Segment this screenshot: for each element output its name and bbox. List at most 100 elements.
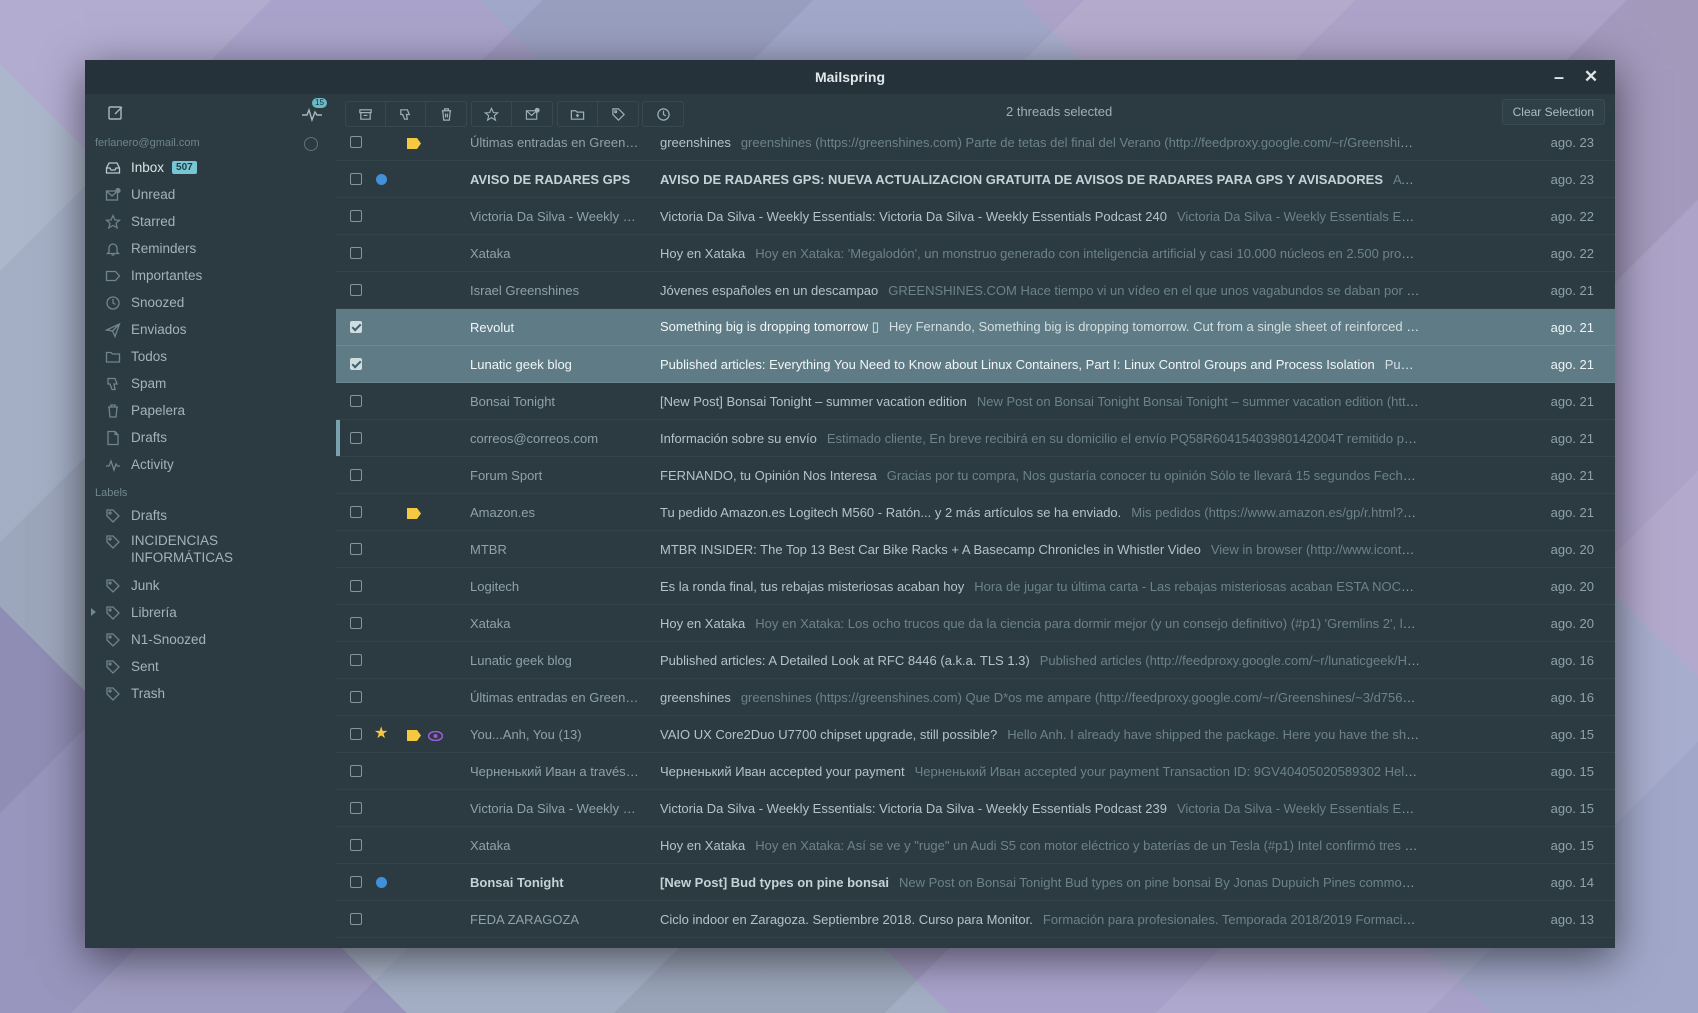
activity-icon [105,457,121,473]
label-item[interactable]: Librería [85,599,336,626]
select-checkbox[interactable] [350,210,362,222]
sidebar-item-reminders[interactable]: Reminders [85,235,336,262]
select-checkbox[interactable] [350,136,362,148]
compose-icon[interactable] [107,104,125,122]
select-checkbox[interactable] [350,506,362,518]
select-checkbox[interactable] [350,321,362,333]
snooze-icon[interactable] [643,102,683,126]
thread-row[interactable]: Últimas entradas en Greens... greenshines… [336,124,1615,161]
account-email[interactable]: ferlanero@gmail.com [85,132,336,154]
select-checkbox[interactable] [350,876,362,888]
trash-icon[interactable] [426,102,466,126]
thread-row[interactable]: Lunatic geek blog Published articles: A D… [336,642,1615,679]
label-item[interactable]: Trash [85,680,336,707]
thread-subject: MTBR INSIDER: The Top 13 Best Car Bike R… [660,541,1201,557]
select-checkbox[interactable] [350,580,362,592]
sidebar-item-label: Snoozed [131,295,185,310]
select-checkbox[interactable] [350,543,362,555]
select-checkbox[interactable] [350,839,362,851]
mark-unread-icon[interactable] [512,102,552,126]
star-icon [104,213,122,230]
thread-row[interactable]: Forum Sport FERNANDO, tu Opinión Nos Inte… [336,457,1615,494]
unread-dot-icon[interactable] [376,173,387,185]
thread-row[interactable]: correos@correos.com Información sobre su … [336,420,1615,457]
thread-row[interactable]: Lunatic geek blog Published articles: Eve… [336,346,1615,383]
sidebar-item-importantes[interactable]: Importantes [85,262,336,289]
thread-row[interactable]: Israel Greenshines Jóvenes españoles en u… [336,272,1615,309]
thread-row[interactable]: Últimas entradas en Greens... greenshines… [336,679,1615,716]
thread-row[interactable]: ★ You...Anh, You (13) VAIO UX Core2Duo U77… [336,716,1615,753]
tag-icon[interactable] [598,102,638,126]
sidebar-item-snoozed[interactable]: Snoozed [85,289,336,316]
thread-row[interactable]: Victoria Da Silva - Weekly Es... Victoria… [336,198,1615,235]
thread-row[interactable]: Xataka Hoy en Xataka Hoy en Xataka: 'Megal… [336,235,1615,272]
thread-sender: Lunatic geek blog [470,356,572,372]
select-checkbox[interactable] [350,173,362,185]
select-checkbox[interactable] [350,395,362,407]
select-checkbox[interactable] [350,765,362,777]
thread-list: Últimas entradas en Greens... greenshines… [336,124,1615,948]
thread-row[interactable]: AVISO DE RADARES GPS AVISO DE RADARES GPS… [336,161,1615,198]
sidebar-item-label: Papelera [131,403,186,418]
select-checkbox[interactable] [350,802,362,814]
sidebar-item-inbox[interactable]: Inbox 507 [85,154,336,181]
thread-snippet: Victoria Da Silva - Weekly Essentials Ev… [1176,208,1420,224]
select-checkbox[interactable] [350,469,362,481]
thread-snippet: Estimado cliente, En breve recibirá en s… [826,430,1420,446]
select-checkbox[interactable] [350,691,362,703]
select-checkbox[interactable] [350,284,362,296]
sidebar-item-label: Todos [131,349,168,364]
thread-date: ago. 21 [1550,430,1594,446]
select-checkbox[interactable] [350,358,362,370]
select-checkbox[interactable] [350,432,362,444]
thread-row[interactable]: Revolut Something big is dropping tomorro… [336,309,1615,346]
important-tag-icon[interactable] [407,729,421,741]
label-item[interactable]: N1-Snoozed [85,626,336,653]
clear-selection-button[interactable]: Clear Selection [1501,99,1605,125]
label-item[interactable]: Junk [85,572,336,599]
minimize-button[interactable]: – [1543,60,1575,94]
tag-icon [105,578,121,594]
thread-row[interactable]: FEDA ZARAGOZA Ciclo indoor en Zaragoza. S… [336,901,1615,938]
sidebar-item-enviados[interactable]: Enviados [85,316,336,343]
thread-row[interactable]: Bonsai Tonight [New Post] Bonsai Tonight … [336,383,1615,420]
sidebar-item-todos[interactable]: Todos [85,343,336,370]
starred-icon[interactable]: ★ [374,726,388,742]
label-item[interactable]: INCIDENCIAS INFORMÁTICAS [85,529,336,572]
thread-row[interactable]: MTBR MTBR INSIDER: The Top 13 Best Car Bi… [336,531,1615,568]
thread-row[interactable]: Amazon.es Tu pedido Amazon.es Logitech M5… [336,494,1615,531]
thread-row[interactable]: Черненький Иван a través d... Черненький … [336,753,1615,790]
thread-row[interactable]: Xataka Hoy en Xataka Hoy en Xataka: Así se… [336,827,1615,864]
star-icon[interactable] [472,102,512,126]
thread-row[interactable]: Victoria Da Silva - Weekly Es... Victoria… [336,790,1615,827]
label-item[interactable]: Sent [85,653,336,680]
sidebar-item-starred[interactable]: Starred [85,208,336,235]
thread-snippet: Черненький Иван accepted your payment Tr… [914,763,1420,779]
select-checkbox[interactable] [350,728,362,740]
important-tag-icon[interactable] [407,507,421,519]
collapse-account-icon[interactable] [304,137,318,151]
label-item-label: Sent [131,659,159,674]
archive-icon[interactable] [346,102,386,126]
important-tag-icon[interactable] [407,137,421,149]
sidebar-item-unread[interactable]: Unread [85,181,336,208]
select-checkbox[interactable] [350,654,362,666]
thread-row[interactable]: Indiegogo▯Update #107 from GPD Pocket: 7… [336,938,1615,948]
thread-row[interactable]: Xataka Hoy en Xataka Hoy en Xataka: Los oc… [336,605,1615,642]
unread-dot-icon[interactable] [376,876,387,888]
select-checkbox[interactable] [350,247,362,259]
label-item[interactable]: Drafts [85,502,336,529]
spam-icon[interactable] [386,102,426,126]
activity-icon[interactable] [301,106,323,123]
move-to-folder-icon[interactable] [558,102,598,126]
sidebar-item-activity[interactable]: Activity [85,451,336,478]
select-checkbox[interactable] [350,617,362,629]
sidebar-item-papelera[interactable]: Papelera [85,397,336,424]
thread-row[interactable]: Bonsai Tonight [New Post] Bud types on pi… [336,864,1615,901]
sidebar-item-spam[interactable]: Spam [85,370,336,397]
thread-row[interactable]: Logitech Es la ronda final, tus rebajas m… [336,568,1615,605]
sidebar-item-drafts[interactable]: Drafts [85,424,336,451]
expand-caret-icon[interactable] [91,608,96,616]
close-button[interactable]: ✕ [1575,60,1607,94]
select-checkbox[interactable] [350,913,362,925]
